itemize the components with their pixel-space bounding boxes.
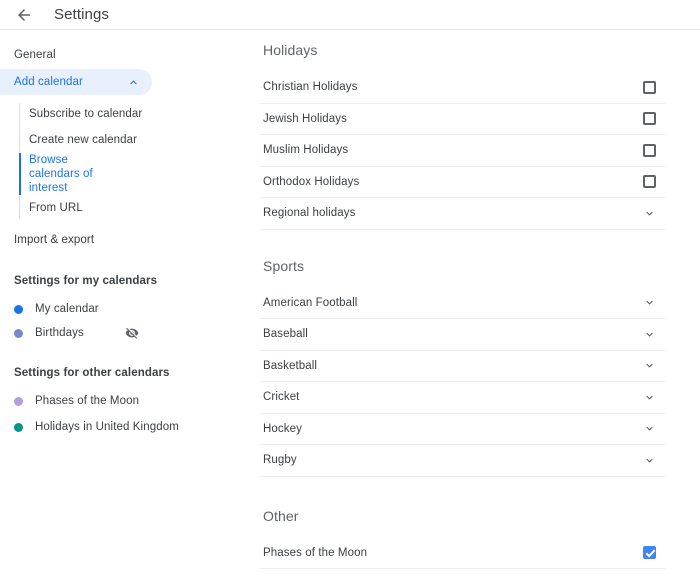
calendar-name: Birthdays xyxy=(35,327,84,339)
row-christian-holidays[interactable]: Christian Holidays xyxy=(260,72,665,104)
section-heading: Other xyxy=(263,507,299,524)
sidebar-item-label: General xyxy=(14,49,56,61)
sidebar-item-label: Subscribe to calendar xyxy=(29,108,143,120)
sidebar-group-other-calendars: Settings for other calendars xyxy=(14,367,170,379)
row-label: Phases of the Moon xyxy=(263,546,368,559)
row-hockey[interactable]: Hockey xyxy=(260,414,665,445)
row-orthodox-holidays[interactable]: Orthodox Holidays xyxy=(260,167,665,198)
calendar-color-dot xyxy=(14,422,23,432)
chevron-down-icon[interactable] xyxy=(642,359,656,373)
sidebar-item-general[interactable]: General xyxy=(0,42,250,68)
row-jewish-holidays[interactable]: Jewish Holidays xyxy=(260,104,665,135)
row-american-football[interactable]: American Football xyxy=(260,288,665,319)
sidebar-calendar-phases-of-the-moon[interactable]: Phases of the Moon xyxy=(0,389,250,413)
chevron-up-icon xyxy=(127,76,140,89)
chevron-down-icon[interactable] xyxy=(642,390,656,404)
calendar-color-dot xyxy=(14,328,23,338)
row-basketball[interactable]: Basketball xyxy=(260,351,665,382)
sidebar-item-add-calendar[interactable]: Add calendar xyxy=(0,69,152,95)
sidebar-item-label: From URL xyxy=(29,202,83,214)
row-label: Basketball xyxy=(263,359,318,372)
chevron-down-icon[interactable] xyxy=(642,296,656,310)
calendar-name: Phases of the Moon xyxy=(35,395,140,407)
section-holidays: Holidays Christian Holidays Jewish Holid… xyxy=(260,42,700,230)
chevron-down-icon[interactable] xyxy=(642,422,656,436)
section-heading: Sports xyxy=(263,257,305,274)
calendar-color-dot xyxy=(14,396,23,406)
row-label: Cricket xyxy=(263,391,300,404)
chevron-down-icon[interactable] xyxy=(642,206,656,220)
settings-body: General Add calendar Subscribe to calend… xyxy=(0,30,700,587)
add-calendar-subnav: Subscribe to calendar Create new calenda… xyxy=(0,101,250,221)
back-arrow-icon[interactable] xyxy=(14,5,34,25)
app-header: Settings xyxy=(0,0,700,30)
sidebar-item-browse-calendars-of-interest[interactable]: Browse calendars of interest xyxy=(19,153,250,195)
settings-sidebar: General Add calendar Subscribe to calend… xyxy=(0,30,250,587)
row-label: Baseball xyxy=(263,328,308,341)
chevron-down-icon[interactable] xyxy=(642,327,656,341)
calendar-name: Holidays in United Kingdom xyxy=(35,421,179,433)
row-muslim-holidays[interactable]: Muslim Holidays xyxy=(260,135,665,167)
calendar-name: My calendar xyxy=(35,303,99,315)
sidebar-item-label: Add calendar xyxy=(14,76,83,88)
sidebar-item-create-new-calendar[interactable]: Create new calendar xyxy=(20,127,250,153)
row-regional-holidays[interactable]: Regional holidays xyxy=(260,198,665,230)
row-rugby[interactable]: Rugby xyxy=(260,445,665,477)
section-other: Other Phases of the Moon xyxy=(260,507,700,569)
row-label: Rugby xyxy=(263,454,297,467)
section-sports: Sports American Football Baseball Basket… xyxy=(260,258,700,477)
sidebar-group-my-calendars: Settings for my calendars xyxy=(14,275,158,287)
row-label: Hockey xyxy=(263,422,302,435)
row-label: Muslim Holidays xyxy=(263,144,349,157)
chevron-down-icon[interactable] xyxy=(642,453,656,467)
row-cricket[interactable]: Cricket xyxy=(260,382,665,414)
checkbox-jewish-holidays[interactable] xyxy=(643,112,656,126)
checkbox-phases-of-the-moon[interactable] xyxy=(643,546,656,560)
row-label: Christian Holidays xyxy=(263,81,358,94)
calendar-color-dot xyxy=(14,304,23,314)
settings-main-content: Holidays Christian Holidays Jewish Holid… xyxy=(250,30,700,587)
checkbox-christian-holidays[interactable] xyxy=(643,80,656,94)
sidebar-item-import-export[interactable]: Import & export xyxy=(0,227,250,253)
sidebar-calendar-birthdays[interactable]: Birthdays xyxy=(0,321,250,345)
sidebar-calendar-my-calendar[interactable]: My calendar xyxy=(0,297,250,321)
row-label: Jewish Holidays xyxy=(263,112,347,125)
row-baseball[interactable]: Baseball xyxy=(260,319,665,351)
sidebar-item-subscribe-to-calendar[interactable]: Subscribe to calendar xyxy=(20,101,250,127)
row-label: Orthodox Holidays xyxy=(263,175,360,188)
row-label: American Football xyxy=(263,296,358,309)
sidebar-item-label: Create new calendar xyxy=(29,134,138,146)
sidebar-item-from-url[interactable]: From URL xyxy=(20,195,250,221)
visibility-off-icon[interactable] xyxy=(124,325,140,341)
page-title: Settings xyxy=(54,6,109,23)
arrow-back-icon xyxy=(18,8,30,21)
sidebar-item-label: Browse calendars of interest xyxy=(29,154,93,194)
section-heading: Holidays xyxy=(263,42,318,58)
checkbox-muslim-holidays[interactable] xyxy=(643,143,656,157)
checkbox-orthodox-holidays[interactable] xyxy=(643,175,656,189)
sidebar-item-label: Import & export xyxy=(14,234,95,246)
sidebar-calendar-holidays-in-united-kingdom[interactable]: Holidays in United Kingdom xyxy=(0,415,250,439)
row-label: Regional holidays xyxy=(263,207,356,220)
row-phases-of-the-moon[interactable]: Phases of the Moon xyxy=(260,538,665,569)
